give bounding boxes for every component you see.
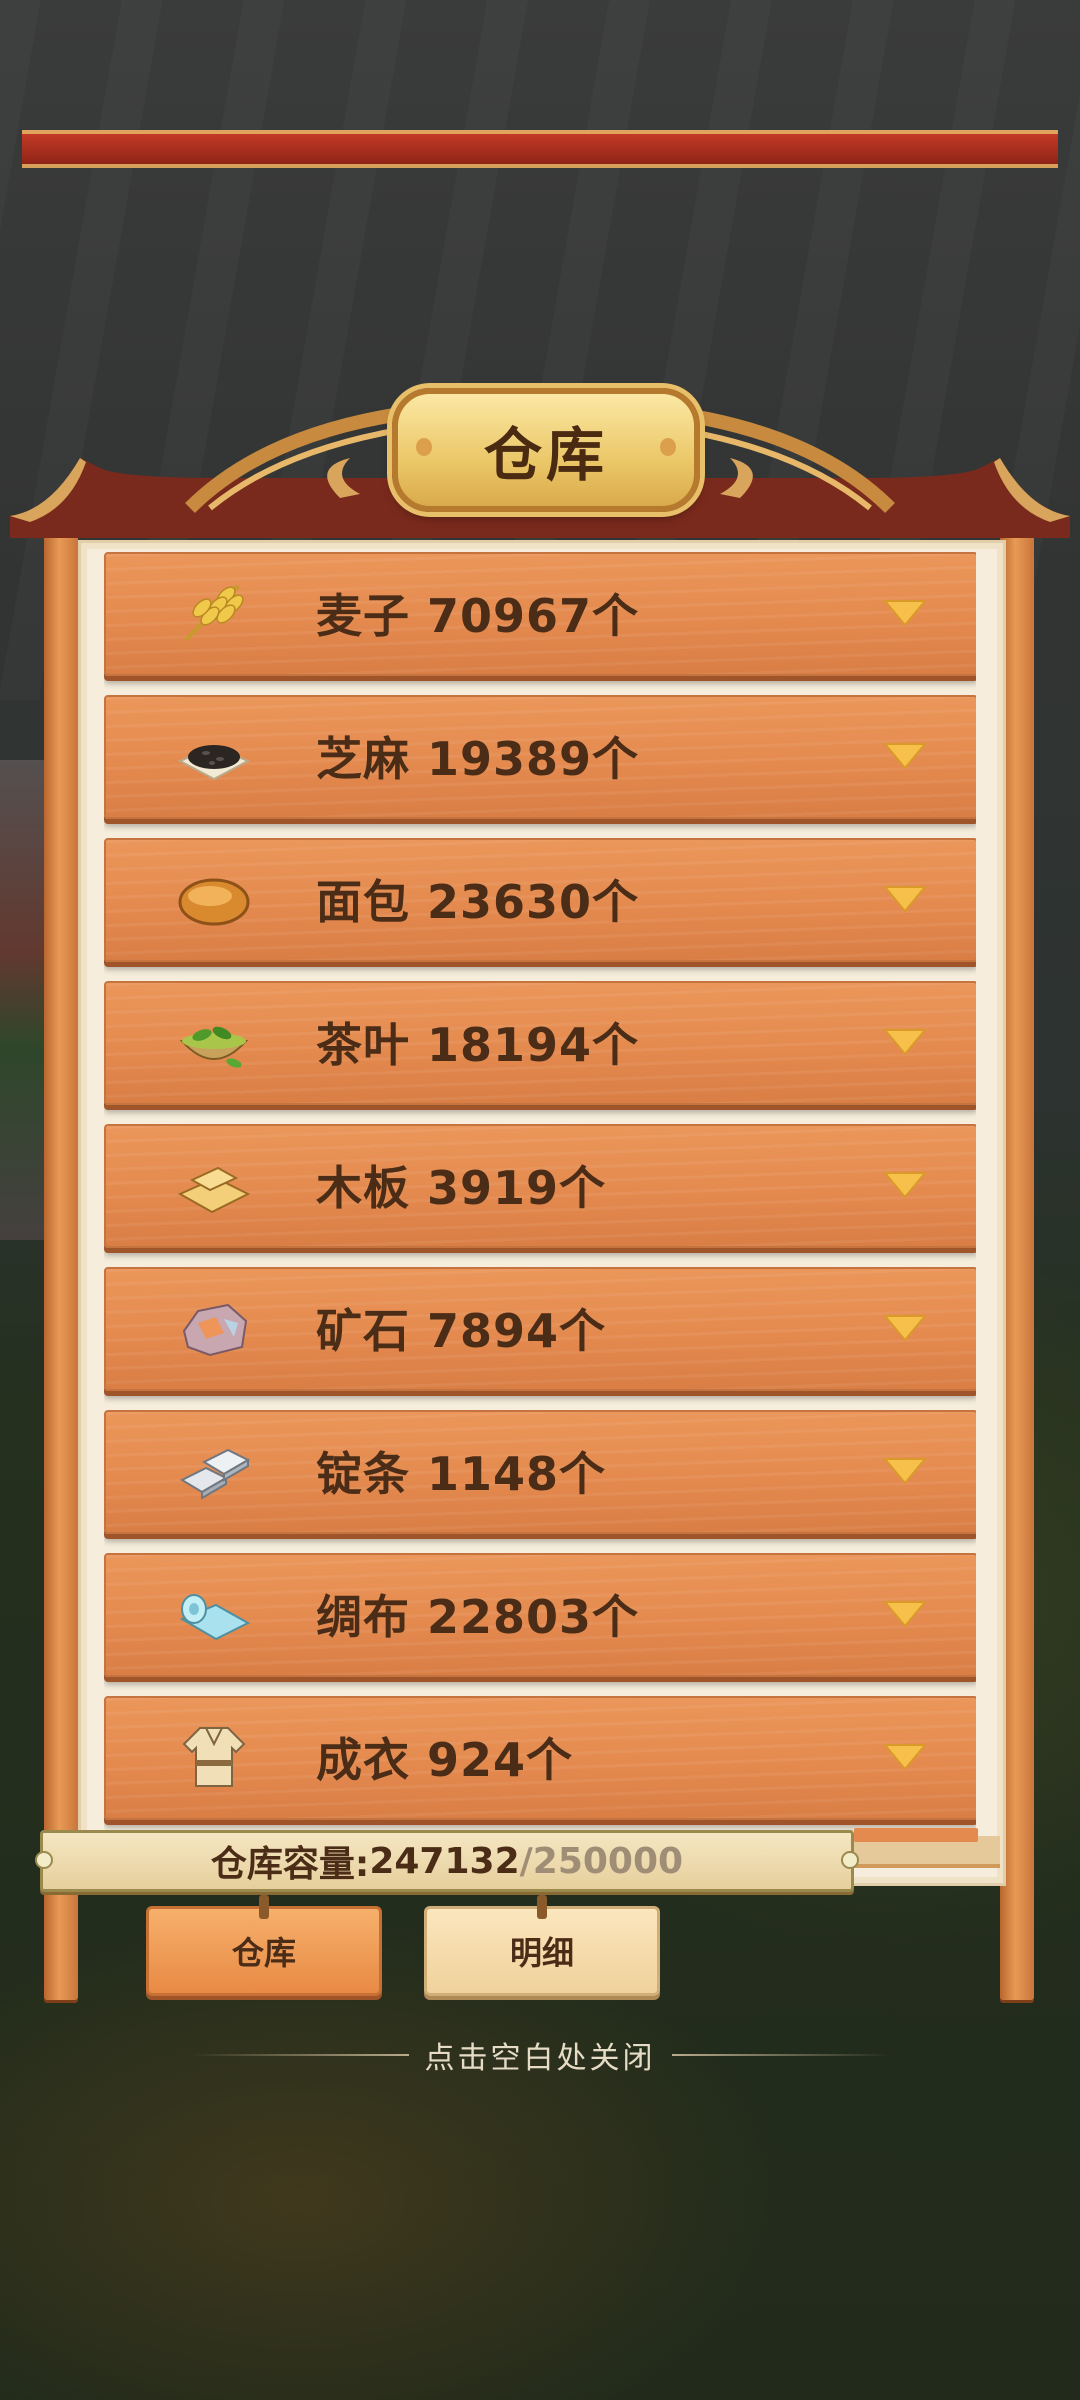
chevron-down-icon[interactable] bbox=[882, 1599, 928, 1629]
item-label: 茶叶 18194个 bbox=[316, 1018, 640, 1072]
chevron-down-icon[interactable] bbox=[882, 1456, 928, 1486]
tab-label: 仓库 bbox=[231, 1934, 296, 1972]
ore-icon bbox=[182, 1303, 248, 1357]
capacity-ornament bbox=[35, 1851, 53, 1869]
item-label: 木板 3919个 bbox=[316, 1161, 607, 1215]
silk-cloth-icon bbox=[179, 1594, 251, 1641]
bread-icon bbox=[178, 878, 250, 926]
close-hint[interactable]: 点击空白处关闭 bbox=[190, 2030, 890, 2080]
ingot-icon bbox=[179, 1448, 251, 1500]
item-label: 成衣 924个 bbox=[316, 1733, 574, 1787]
inventory-item-tea[interactable]: 茶叶 18194个 bbox=[104, 981, 976, 1105]
tab-hanger bbox=[259, 1895, 269, 1919]
item-label: 绸布 22803个 bbox=[316, 1590, 640, 1644]
inventory-item-bread[interactable]: 面包 23630个 bbox=[104, 838, 976, 962]
capacity-separator: / bbox=[519, 1840, 533, 1882]
chevron-down-icon[interactable] bbox=[882, 884, 928, 914]
inventory-item-ingot[interactable]: 锭条 1148个 bbox=[104, 1410, 976, 1534]
chevron-down-icon[interactable] bbox=[882, 598, 928, 628]
chevron-down-icon[interactable] bbox=[882, 1313, 928, 1343]
tab-details[interactable]: 明细 bbox=[424, 1895, 660, 1996]
title-plaque: 仓库 bbox=[392, 388, 700, 512]
capacity-bar: 仓库容量: 247132 / 250000 bbox=[35, 1830, 859, 1892]
plaque-ornament bbox=[416, 438, 432, 456]
chevron-down-icon[interactable] bbox=[882, 741, 928, 771]
capacity-used: 247132 bbox=[369, 1840, 520, 1882]
tab-label: 明细 bbox=[509, 1934, 574, 1972]
roof-band bbox=[22, 130, 1058, 168]
list-item-peek bbox=[854, 1828, 978, 1842]
inventory-item-sesame[interactable]: 芝麻 19389个 bbox=[104, 695, 976, 819]
sesame-icon bbox=[177, 745, 251, 781]
plaque-ornament bbox=[660, 438, 676, 456]
close-hint-text: 点击空白处关闭 bbox=[424, 2041, 656, 2076]
inventory-item-garment[interactable]: 成衣 924个 bbox=[104, 1696, 976, 1820]
inventory-item-ore[interactable]: 矿石 7894个 bbox=[104, 1267, 976, 1391]
page-title: 仓库 bbox=[483, 421, 608, 489]
garment-icon bbox=[182, 1727, 246, 1787]
wheat-icon bbox=[184, 584, 244, 642]
frame-post-left bbox=[44, 520, 78, 2000]
capacity-label: 仓库容量: bbox=[210, 1844, 370, 1885]
divider-left bbox=[190, 2054, 409, 2056]
tea-leaves-icon bbox=[179, 1026, 249, 1068]
item-label: 面包 23630个 bbox=[316, 875, 640, 929]
panel-bottom-rail bbox=[848, 1828, 1000, 1868]
chevron-down-icon[interactable] bbox=[882, 1027, 928, 1057]
item-label: 矿石 7894个 bbox=[316, 1304, 607, 1358]
inventory-item-wood-plank[interactable]: 木板 3919个 bbox=[104, 1124, 976, 1248]
inventory-item-silk-cloth[interactable]: 绸布 22803个 bbox=[104, 1553, 976, 1677]
chevron-down-icon[interactable] bbox=[882, 1170, 928, 1200]
inventory-list[interactable]: 麦子 70967个 芝麻 19389个 面包 23630个 茶叶 18194个 … bbox=[104, 552, 976, 1857]
divider-right bbox=[671, 2054, 890, 2056]
wood-plank-icon bbox=[177, 1166, 251, 1214]
inventory-item-wheat[interactable]: 麦子 70967个 bbox=[104, 552, 976, 676]
item-label: 麦子 70967个 bbox=[316, 589, 640, 643]
item-label: 锭条 1148个 bbox=[316, 1447, 607, 1501]
chevron-down-icon[interactable] bbox=[882, 1742, 928, 1772]
item-label: 芝麻 19389个 bbox=[316, 732, 640, 786]
capacity-max: 250000 bbox=[532, 1840, 684, 1882]
capacity-ornament bbox=[841, 1851, 859, 1869]
tab-storage[interactable]: 仓库 bbox=[146, 1895, 382, 1996]
tab-hanger bbox=[537, 1895, 547, 1919]
